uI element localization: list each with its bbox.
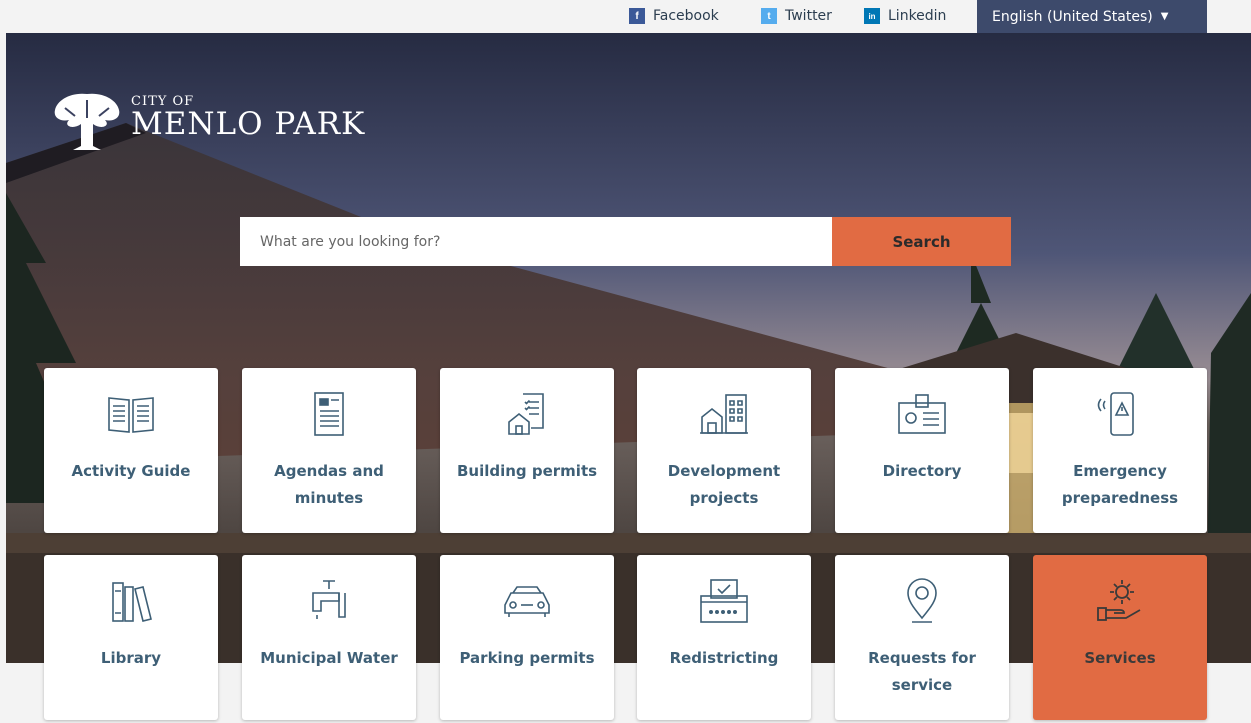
language-label: English (United States) bbox=[992, 8, 1153, 25]
house-checklist-icon bbox=[499, 388, 555, 440]
facebook-icon: f bbox=[629, 8, 645, 24]
tile-label: Municipal Water bbox=[260, 649, 398, 667]
facebook-link[interactable]: f Facebook bbox=[629, 8, 719, 24]
top-bar: f Facebook t Twitter in Linkedin English… bbox=[0, 0, 1251, 33]
facebook-label: Facebook bbox=[653, 8, 719, 24]
tile-label: Agendas and minutes bbox=[274, 462, 384, 507]
linkedin-label: Linkedin bbox=[888, 8, 947, 24]
city-logo[interactable]: CITY OF MENLO PARK bbox=[51, 88, 365, 153]
tile-agendas-and-minutes[interactable]: Agendas and minutes bbox=[242, 368, 416, 533]
faucet-icon bbox=[301, 575, 357, 627]
tile-parking-permits[interactable]: Parking permits bbox=[440, 555, 614, 720]
search-input[interactable] bbox=[240, 217, 832, 266]
logo-city-name: MENLO PARK bbox=[131, 106, 366, 142]
gear-hand-icon bbox=[1092, 575, 1148, 627]
oak-tree-icon bbox=[54, 93, 120, 150]
tile-label: Requests for service bbox=[868, 649, 976, 694]
tile-building-permits[interactable]: Building permits bbox=[440, 368, 614, 533]
tile-municipal-water[interactable]: Municipal Water bbox=[242, 555, 416, 720]
ballot-box-icon bbox=[696, 575, 752, 627]
caret-down-icon: ▼ bbox=[1160, 11, 1169, 22]
tile-library[interactable]: Library bbox=[44, 555, 218, 720]
open-book-icon bbox=[103, 388, 159, 440]
tile-directory[interactable]: Directory bbox=[835, 368, 1009, 533]
buildings-icon bbox=[696, 388, 752, 440]
linkedin-icon: in bbox=[864, 8, 880, 24]
phone-alert-icon bbox=[1092, 388, 1148, 440]
language-selector[interactable]: English (United States) ▼ bbox=[977, 0, 1207, 33]
tile-label: Activity Guide bbox=[71, 462, 191, 480]
tile-label: Parking permits bbox=[459, 649, 595, 667]
tile-redistricting[interactable]: Redistricting bbox=[637, 555, 811, 720]
tile-label: Building permits bbox=[456, 462, 598, 480]
tile-label: Library bbox=[100, 649, 162, 667]
linkedin-link[interactable]: in Linkedin bbox=[864, 8, 946, 24]
twitter-label: Twitter bbox=[785, 8, 832, 24]
search-button[interactable]: Search bbox=[832, 217, 1011, 266]
car-icon bbox=[499, 575, 555, 627]
twitter-link[interactable]: t Twitter bbox=[761, 8, 832, 24]
tile-label: Development projects bbox=[667, 462, 781, 507]
tile-activity-guide[interactable]: Activity Guide bbox=[44, 368, 218, 533]
twitter-icon: t bbox=[761, 8, 777, 24]
tile-requests-for-service[interactable]: Requests for service bbox=[835, 555, 1009, 720]
tile-label: Services bbox=[1084, 649, 1156, 667]
tile-services[interactable]: Services bbox=[1033, 555, 1207, 720]
tile-label: Emergency preparedness bbox=[1061, 462, 1179, 507]
tile-label: Directory bbox=[882, 462, 962, 480]
document-icon bbox=[301, 388, 357, 440]
id-badge-icon bbox=[894, 388, 950, 440]
map-pin-icon bbox=[894, 575, 950, 627]
tile-label: Redistricting bbox=[669, 649, 779, 667]
tile-emergency-preparedness[interactable]: Emergency preparedness bbox=[1033, 368, 1207, 533]
tile-development-projects[interactable]: Development projects bbox=[637, 368, 811, 533]
books-icon bbox=[103, 575, 159, 627]
